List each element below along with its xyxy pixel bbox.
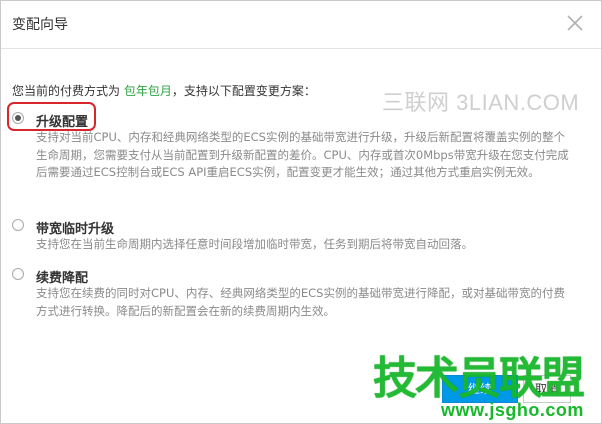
close-icon xyxy=(567,15,583,31)
option-temp-bandwidth-label: 带宽临时升级 xyxy=(36,222,115,237)
intro-prefix: 您当前的付费方式为 xyxy=(12,84,121,98)
dialog-header: 变配向导 xyxy=(1,1,601,49)
watermark-3lian: 三联网 3LIAN.COM xyxy=(382,90,580,115)
payment-intro: 您当前的付费方式为 包年包月，支持以下配置变更方案： xyxy=(12,82,316,99)
payment-method: 包年包月 xyxy=(123,84,172,98)
config-change-dialog: 变配向导 您当前的付费方式为 包年包月，支持以下配置变更方案： 三联网 3LIA… xyxy=(0,0,602,424)
next-button[interactable]: 继续 xyxy=(442,375,518,403)
option-renew-downgrade-desc: 支持您在续费的同时对CPU、内存、经典网络类型的ECS实例的基础带宽进行降配，或… xyxy=(36,286,565,318)
cancel-button[interactable]: 取消 xyxy=(523,375,571,403)
watermark-logo-url: www.jsgho.com xyxy=(441,400,584,420)
radio-upgrade[interactable] xyxy=(12,112,24,124)
radio-temp-bandwidth[interactable] xyxy=(12,219,24,231)
close-button[interactable] xyxy=(563,11,587,35)
radio-renew-downgrade[interactable] xyxy=(12,268,24,280)
option-upgrade-label: 升级配置 xyxy=(36,115,89,130)
intro-suffix: ，支持以下配置变更方案： xyxy=(171,84,316,98)
option-temp-bandwidth-desc: 支持您在当前生命周期内选择任意时间段增加临时带宽，任务到期后将带宽自动回落。 xyxy=(36,237,473,251)
dialog-title: 变配向导 xyxy=(12,17,68,33)
option-renew-downgrade-label: 续费降配 xyxy=(36,271,89,286)
option-upgrade-desc: 支持对当前CPU、内存和经典网络类型的ECS实例的基础带宽进行升级，升级后新配置… xyxy=(36,130,569,179)
